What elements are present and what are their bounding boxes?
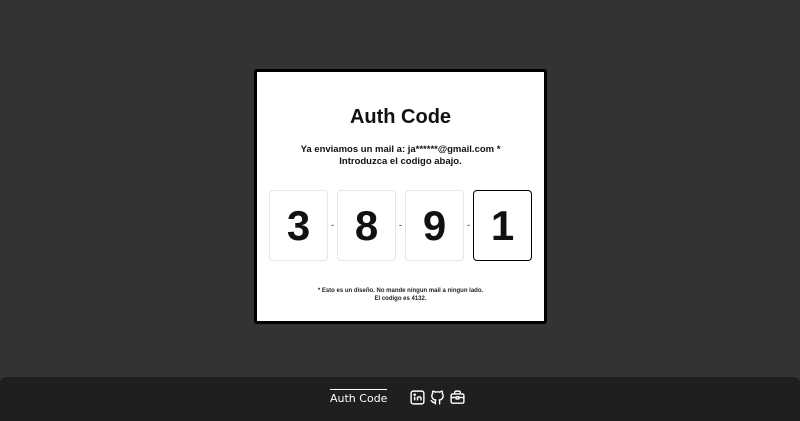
note-line-2: El codigo es 4132. [374,296,427,302]
auth-card: Auth Code Ya enviamos un mail a: ja*****… [254,69,547,324]
code-input-row: 3 - 8 - 9 - 1 [269,190,532,261]
code-digit-1[interactable]: 3 [269,190,328,261]
code-digit-2[interactable]: 8 [337,190,396,261]
footer-auth-code-link[interactable]: Auth Code [330,389,388,405]
code-digit-3[interactable]: 9 [405,190,464,261]
code-digit-4[interactable]: 1 [473,190,532,261]
code-separator: - [331,220,334,230]
note-line-1: * Esto es un diseño. No mande ningun mai… [317,288,484,294]
github-icon[interactable] [429,389,446,406]
briefcase-icon[interactable] [449,389,466,406]
message-line-2: Introduzca el codigo abajo. [339,156,462,167]
card-title: Auth Code [349,106,452,128]
disclaimer-note: * Esto es un diseño. No mande ningun mai… [257,287,544,303]
footer-bar: Auth Code [0,377,800,421]
card-message: Ya enviamos un mail a: ja******@gmail.co… [257,144,544,168]
message-line-1: Ya enviamos un mail a: ja******@gmail.co… [300,144,501,155]
footer-icons [409,389,466,406]
code-separator: - [467,220,470,230]
linkedin-icon[interactable] [409,389,426,406]
code-separator: - [399,220,402,230]
